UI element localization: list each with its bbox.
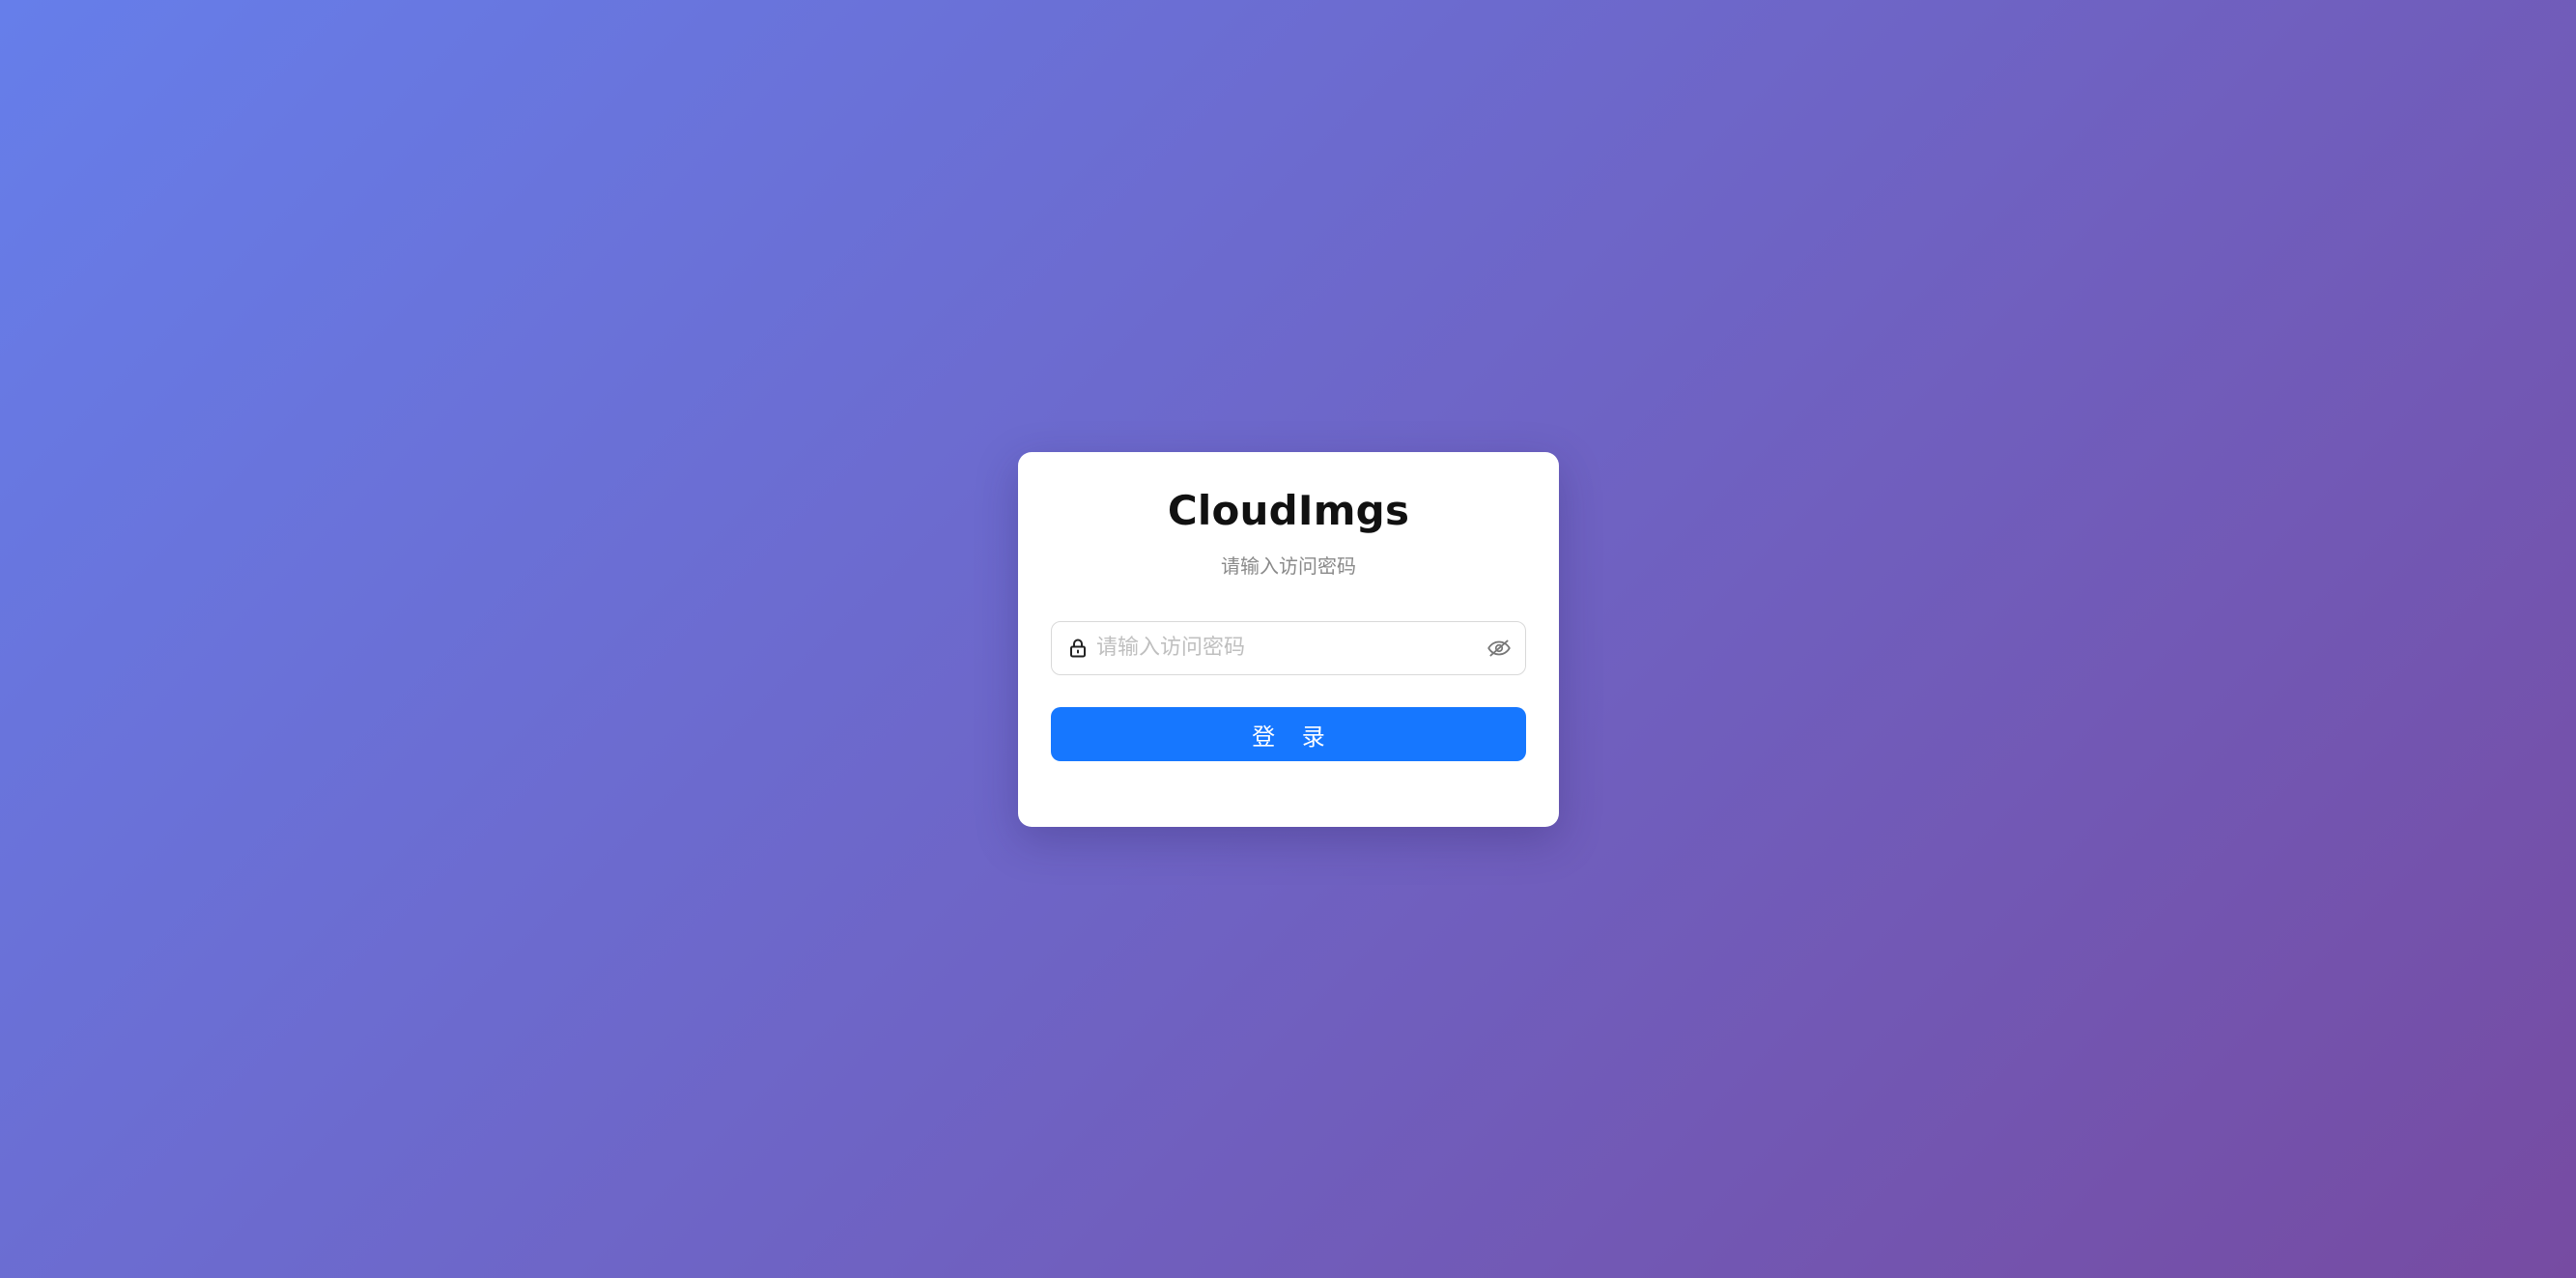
password-input[interactable] (1094, 622, 1473, 673)
lock-icon (1066, 637, 1090, 660)
app-title: CloudImgs (1167, 487, 1410, 534)
password-field[interactable] (1051, 621, 1526, 675)
login-subtitle: 请输入访问密码 (1221, 554, 1356, 578)
login-card: CloudImgs 请输入访问密码 登 录 (1018, 452, 1559, 827)
login-button[interactable]: 登 录 (1051, 707, 1526, 761)
eye-invisible-icon[interactable] (1486, 636, 1512, 661)
